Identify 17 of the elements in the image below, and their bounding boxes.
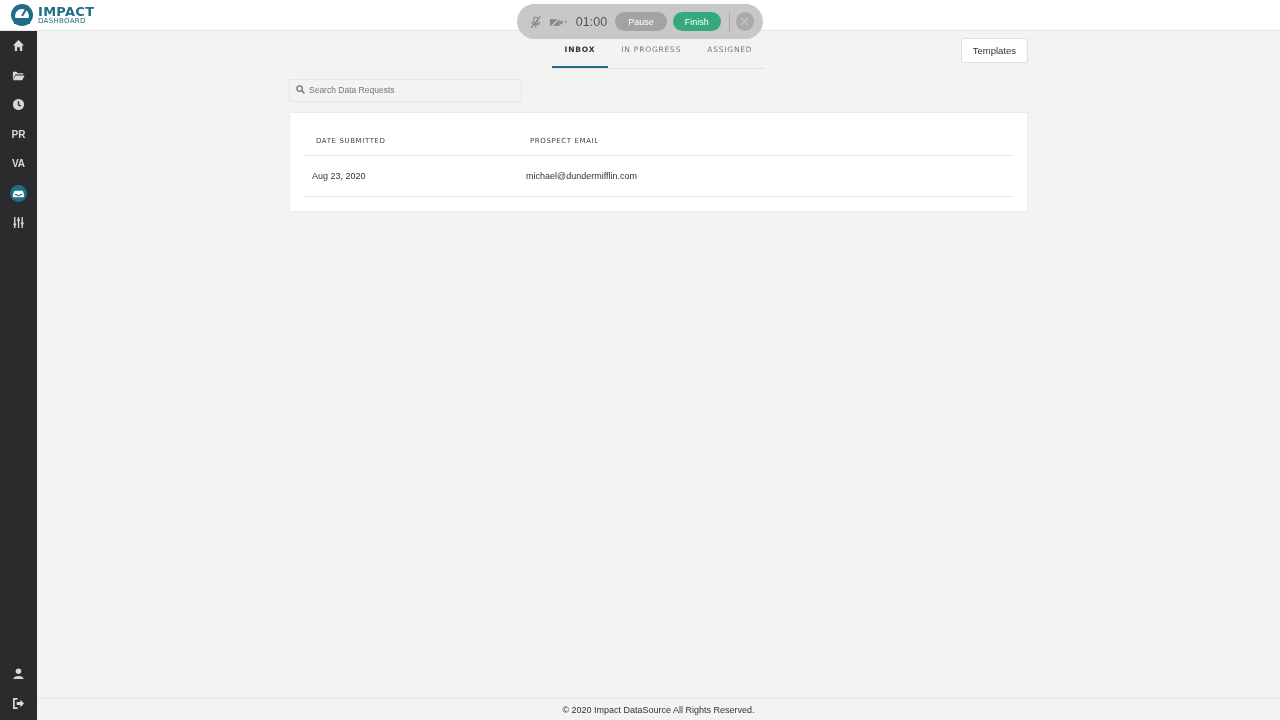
home-icon [12, 39, 25, 53]
copyright-text: © 2020 Impact DataSource All Rights Reserved. [562, 704, 755, 715]
close-icon [740, 17, 750, 26]
sidebar-link[interactable]: VA [0, 149, 37, 179]
clock-icon [12, 98, 25, 112]
table-cell-text: michael@dundermifflin.com [525, 170, 638, 183]
table-cell-text: Aug 23, 2020 [311, 170, 367, 183]
gauge-logo-icon [10, 3, 34, 27]
sliders-icon [12, 216, 25, 230]
logo-title: IMPACT [38, 5, 95, 18]
logout-icon [12, 696, 25, 710]
sidebar-link[interactable]: PR [0, 119, 37, 149]
search-icon [296, 85, 305, 94]
user-icon [12, 667, 25, 681]
timer: 01:00 [575, 14, 608, 29]
templates-button[interactable]: Templates [960, 38, 1028, 63]
search-field[interactable]: Search Data Requests [289, 78, 522, 102]
